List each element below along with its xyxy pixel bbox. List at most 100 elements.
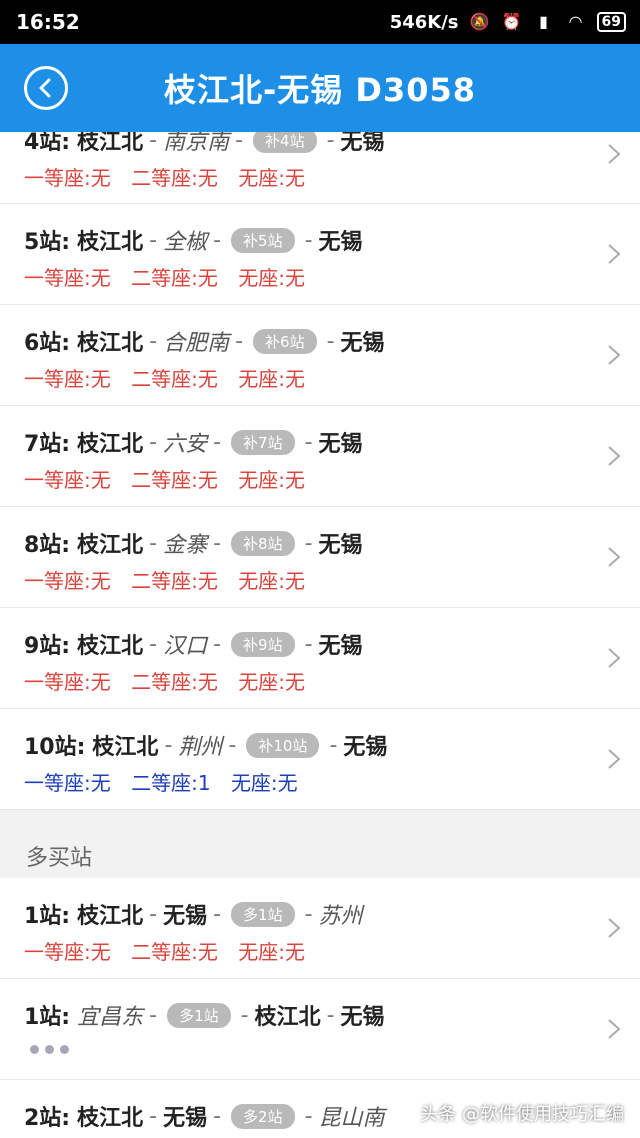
route-line: 6站: 枝江北 - 合肥南 - 补6站 - 无锡: [24, 325, 385, 357]
list-item[interactable]: 6站: 枝江北 - 合肥南 - 补6站 - 无锡 一等座:无 二等座:无 无座:无: [0, 305, 640, 406]
to-station: 无锡: [340, 331, 385, 356]
route-line: 1站: 枝江北 - 无锡 - 多1站 - 苏州: [24, 898, 363, 930]
supplement-badge: 补6站: [253, 328, 317, 354]
to-station: 无锡: [163, 904, 208, 929]
via-station: 金寨: [163, 533, 208, 558]
via-station: 南京南: [163, 132, 230, 155]
ticket-list: 4站: 枝江北 - 南京南 - 补4站 - 无锡 一等座:无 二等座:无 无座:无 5…: [0, 132, 640, 1138]
from-station: 枝江北: [77, 331, 144, 356]
stop-count: 6站:: [24, 331, 71, 356]
watermark: 头条 @软件使用技巧汇编: [420, 1104, 624, 1125]
seat-info: 一等座:无 二等座:无 无座:无: [24, 162, 319, 191]
to-station: 无锡: [340, 1005, 385, 1030]
chevron-right-icon: [608, 144, 621, 164]
chevron-right-icon: [608, 1019, 621, 1039]
no-seat: 无座:无: [238, 166, 305, 190]
extra-badge: 多2站: [231, 1103, 295, 1129]
via-station: 合肥南: [163, 331, 230, 356]
list-item[interactable]: 5站: 枝江北 - 全椒 - 补5站 - 无锡 一等座:无 二等座:无 无座:无: [0, 204, 640, 305]
list-item[interactable]: 1站: 宜昌东 - 多1站 - 枝江北 - 无锡: [0, 979, 640, 1080]
supplement-badge: 补9站: [231, 631, 295, 657]
to-station: 无锡: [318, 634, 363, 659]
no-seat: 无座:无: [238, 367, 305, 391]
seat-info: 一等座:无 二等座:无 无座:无: [24, 262, 319, 291]
second-class-seat: 二等座:无: [131, 670, 218, 694]
list-item[interactable]: 8站: 枝江北 - 金寨 - 补8站 - 无锡 一等座:无 二等座:无 无座:无: [0, 507, 640, 608]
route-line: 7站: 枝江北 - 六安 - 补7站 - 无锡: [24, 426, 363, 458]
status-icons: 546K/s 🔕 ⏰ ▮ ◠ 69: [390, 12, 626, 33]
first-class-seat: 一等座:无: [24, 940, 111, 964]
stop-count: 10站:: [24, 735, 86, 760]
from-station: 枝江北: [77, 1106, 144, 1131]
no-seat: 无座:无: [238, 569, 305, 593]
wifi-icon: ◠: [569, 12, 582, 31]
section-header-more-stations: 多买站: [0, 810, 640, 878]
via-station: 六安: [163, 432, 208, 457]
second-class-seat: 二等座:无: [131, 266, 218, 290]
first-class-seat: 一等座:无: [24, 468, 111, 492]
to-station: 无锡: [340, 132, 385, 155]
seat-info: 一等座:无 二等座:1 无座:无: [24, 767, 312, 796]
list-item[interactable]: 10站: 枝江北 - 荆州 - 补10站 - 无锡 一等座:无 二等座:1 无座:无: [0, 709, 640, 810]
chevron-right-icon: [608, 749, 621, 769]
extra-badge: 多1站: [167, 1002, 231, 1028]
signal-icon: ▮: [539, 12, 548, 31]
second-class-seat: 二等座:无: [131, 367, 218, 391]
stop-count: 2站:: [24, 1106, 71, 1131]
stop-count: 4站:: [24, 132, 71, 155]
from-station: 枝江北: [77, 432, 144, 457]
extended-station: 昆山南: [318, 1106, 385, 1131]
to-station: 无锡: [318, 533, 363, 558]
chevron-right-icon: [608, 244, 621, 264]
chevron-right-icon: [608, 547, 621, 567]
network-speed: 546K/s: [389, 11, 459, 33]
via-station: 汉口: [163, 634, 208, 659]
extended-station: 苏州: [318, 904, 363, 929]
stop-count: 5站:: [24, 230, 71, 255]
route-line: 2站: 枝江北 - 无锡 - 多2站 - 昆山南: [24, 1100, 385, 1132]
seat-info: 一等座:无 二等座:无 无座:无: [24, 565, 319, 594]
from-station: 枝江北: [92, 735, 159, 760]
second-class-seat: 二等座:无: [131, 468, 218, 492]
stop-count: 1站:: [24, 1005, 71, 1030]
supplement-badge: 补5站: [231, 227, 295, 253]
to-station: 无锡: [318, 230, 363, 255]
list-item[interactable]: 4站: 枝江北 - 南京南 - 补4站 - 无锡 一等座:无 二等座:无 无座:无: [0, 132, 640, 204]
stop-count: 7站:: [24, 432, 71, 457]
first-class-seat: 一等座:无: [24, 569, 111, 593]
list-item[interactable]: 9站: 枝江北 - 汉口 - 补9站 - 无锡 一等座:无 二等座:无 无座:无: [0, 608, 640, 709]
route-line: 1站: 宜昌东 - 多1站 - 枝江北 - 无锡: [24, 999, 385, 1031]
route-line: 9站: 枝江北 - 汉口 - 补9站 - 无锡: [24, 628, 363, 660]
list-item[interactable]: 1站: 枝江北 - 无锡 - 多1站 - 苏州 一等座:无 二等座:无 无座:无: [0, 878, 640, 979]
first-class-seat: 一等座:无: [24, 266, 111, 290]
no-seat: 无座:无: [238, 940, 305, 964]
stop-count: 1站:: [24, 904, 71, 929]
supplement-badge: 补7站: [231, 429, 295, 455]
extended-station: 宜昌东: [77, 1005, 144, 1030]
supplement-badge: 补8站: [231, 530, 295, 556]
back-button[interactable]: [24, 66, 68, 110]
mute-icon: 🔕: [469, 12, 490, 31]
seat-info: 一等座:无 二等座:无 无座:无: [24, 936, 319, 965]
second-class-seat: 二等座:无: [131, 166, 218, 190]
list-item[interactable]: 7站: 枝江北 - 六安 - 补7站 - 无锡 一等座:无 二等座:无 无座:无: [0, 406, 640, 507]
seat-info: 一等座:无 二等座:无 无座:无: [24, 666, 319, 695]
route-line: 10站: 枝江北 - 荆州 - 补10站 - 无锡: [24, 729, 387, 761]
status-bar: 16:52 546K/s 🔕 ⏰ ▮ ◠ 69: [0, 0, 640, 44]
supplement-badge: 补10站: [246, 732, 320, 758]
first-class-seat: 一等座:无: [24, 367, 111, 391]
from-station: 枝江北: [77, 230, 144, 255]
second-class-seat: 二等座:1: [131, 771, 211, 795]
via-station: 荆州: [178, 735, 223, 760]
chevron-right-icon: [608, 918, 621, 938]
chevron-right-icon: [608, 648, 621, 668]
seat-info: 一等座:无 二等座:无 无座:无: [24, 464, 319, 493]
chevron-left-icon: [39, 78, 51, 98]
via-station: 全椒: [163, 230, 208, 255]
chevron-right-icon: [608, 345, 621, 365]
from-station: 枝江北: [254, 1005, 321, 1030]
no-seat: 无座:无: [230, 771, 298, 795]
stop-count: 8站:: [24, 533, 71, 558]
no-seat: 无座:无: [238, 670, 305, 694]
from-station: 枝江北: [77, 132, 144, 155]
